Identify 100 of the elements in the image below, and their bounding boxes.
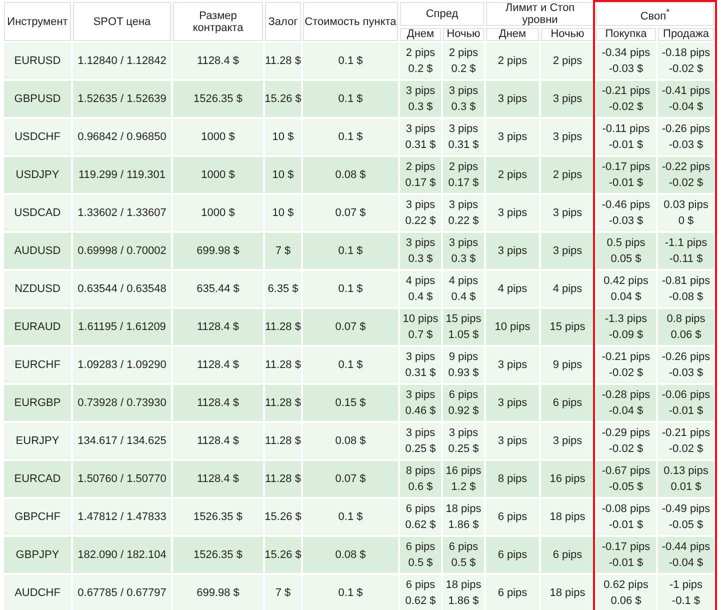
pips-value: 3 pips	[448, 237, 478, 249]
table-cell: 1128.4 $	[173, 309, 263, 345]
dollar-value: 0.05 $	[610, 253, 642, 265]
table-cell: 1526.35 $	[173, 499, 263, 535]
table-cell: 1.47812 / 1.47833	[73, 499, 171, 535]
table-cell: 1526.35 $	[173, 81, 263, 117]
dollar-value: 0.06 $	[610, 595, 642, 607]
table-cell: 0.08 $	[303, 423, 398, 459]
table-cell: 6 pips	[541, 537, 594, 573]
pips-value: 4 pips	[406, 275, 436, 287]
table-cell: 6.35 $	[265, 271, 301, 307]
dollar-value: -0.03 $	[668, 367, 704, 379]
table-cell: 0.96842 / 0.96850	[73, 119, 171, 155]
table-cell: EURCHF	[4, 347, 71, 383]
column-header: Стоимость пункта	[303, 2, 398, 41]
dollar-value: 0.7 $	[408, 329, 433, 341]
table-cell: NZDUSD	[4, 271, 71, 307]
dollar-value: -0.02 $	[608, 101, 644, 113]
pips-value: -0.21 pips	[602, 351, 650, 363]
column-header: Инструмент	[4, 2, 71, 41]
table-cell: 0.07 $	[303, 195, 398, 231]
pips-value: 16 pips	[446, 465, 482, 477]
table-cell: 1128.4 $	[173, 43, 263, 79]
pips-value: 3 pips	[448, 427, 478, 439]
pips-value: 6 pips	[448, 389, 478, 401]
table-cell: 3 pips	[541, 81, 594, 117]
table-cell: 1.50760 / 1.50770	[73, 461, 171, 497]
table-cell: 1.33602 / 1.33607	[73, 195, 171, 231]
table-cell: 0.73928 / 0.73930	[73, 385, 171, 421]
pips-value: 3 pips	[448, 123, 478, 135]
dollar-value: 0.46 $	[405, 405, 436, 417]
table-cell: 1128.4 $	[173, 347, 263, 383]
table-cell: 0.63544 / 0.63548	[73, 271, 171, 307]
table-cell: 3 pips	[486, 81, 539, 117]
column-header: Размер контракта	[173, 2, 263, 41]
table-cell: 0.1 $	[303, 347, 398, 383]
pips-value: -0.46 pips	[602, 199, 650, 211]
pips-value: 9 pips	[448, 351, 478, 363]
table-cell: 0.1 $	[303, 271, 398, 307]
table-cell: 10 pips	[486, 309, 539, 345]
pips-value: 10 pips	[402, 313, 438, 325]
pips-value: 0.03 pips	[664, 199, 708, 211]
pips-value: -0.18 pips	[662, 47, 710, 59]
table-cell: 3 pips	[541, 423, 594, 459]
dollar-value: -0.02 $	[668, 177, 704, 189]
column-header: Днем	[486, 28, 539, 41]
dollar-value: -0.1 $	[672, 595, 700, 607]
table-cell: 6 pips	[486, 575, 539, 610]
dollar-value: 0.3 $	[451, 253, 476, 265]
table-cell: 15.26 $	[265, 537, 301, 573]
dollar-value: 1.86 $	[448, 595, 479, 607]
dollar-value: 0.22 $	[448, 215, 479, 227]
group-header: Своп$^{*}$	[596, 2, 714, 26]
table-cell: 0.1 $	[303, 119, 398, 155]
dollar-value: 0.62 $	[405, 595, 436, 607]
pips-value: 18 pips	[446, 503, 482, 515]
pips-value: -1 pips	[669, 579, 703, 591]
table-cell: EURJPY	[4, 423, 71, 459]
pips-value: 15 pips	[446, 313, 482, 325]
table-cell: 1.09283 / 1.09290	[73, 347, 171, 383]
table-cell: 7 $	[265, 233, 301, 269]
pips-value: 2 pips	[448, 47, 478, 59]
dollar-value: 0.92 $	[448, 405, 479, 417]
pips-value: 3 pips	[448, 85, 478, 97]
pips-value: -0.67 pips	[602, 465, 650, 477]
table-cell: 2 pips	[541, 43, 594, 79]
pips-value: 6 pips	[406, 541, 436, 553]
dollar-value: -0.11 $	[669, 253, 703, 265]
table-cell: 134.617 / 134.625	[73, 423, 171, 459]
dollar-value: 0.31 $	[405, 367, 436, 379]
table-cell: 2 pips	[486, 157, 539, 193]
dollar-value: 0.2 $	[408, 63, 433, 75]
table-cell: 0.1 $	[303, 81, 398, 117]
column-header: Продажа	[658, 28, 714, 41]
table-cell: USDCAD	[4, 195, 71, 231]
dollar-value: 0.6 $	[408, 481, 433, 493]
dollar-value: -0.04 $	[668, 557, 704, 569]
dollar-value: -0.04 $	[668, 101, 704, 113]
pips-value: 0.8 pips	[666, 313, 706, 325]
pips-value: 2 pips	[406, 161, 436, 173]
table-cell: AUDCHF	[4, 575, 71, 610]
table-cell: 3 pips	[541, 119, 594, 155]
pips-value: -0.34 pips	[602, 47, 650, 59]
pips-value: -0.17 pips	[602, 541, 650, 553]
dollar-value: 0.04 $	[610, 291, 642, 303]
table-cell: 1128.4 $	[173, 423, 263, 459]
table-cell: GBPUSD	[4, 81, 71, 117]
dollar-value: -0.04 $	[608, 405, 644, 417]
table-cell: 2 pips	[541, 157, 594, 193]
dollar-value: -0.02 $	[608, 367, 644, 379]
pips-value: -0.44 pips	[662, 541, 710, 553]
table-cell: 6 pips	[486, 499, 539, 535]
table-cell: 11.28 $	[265, 461, 301, 497]
column-header: SPOT цена	[73, 2, 171, 41]
table-cell: 11.28 $	[265, 423, 301, 459]
table-cell: 15.26 $	[265, 81, 301, 117]
table-cell: GBPCHF	[4, 499, 71, 535]
table-cell: 3 pips	[486, 119, 539, 155]
table-cell: 10 $	[265, 119, 301, 155]
table-cell: 1128.4 $	[173, 385, 263, 421]
